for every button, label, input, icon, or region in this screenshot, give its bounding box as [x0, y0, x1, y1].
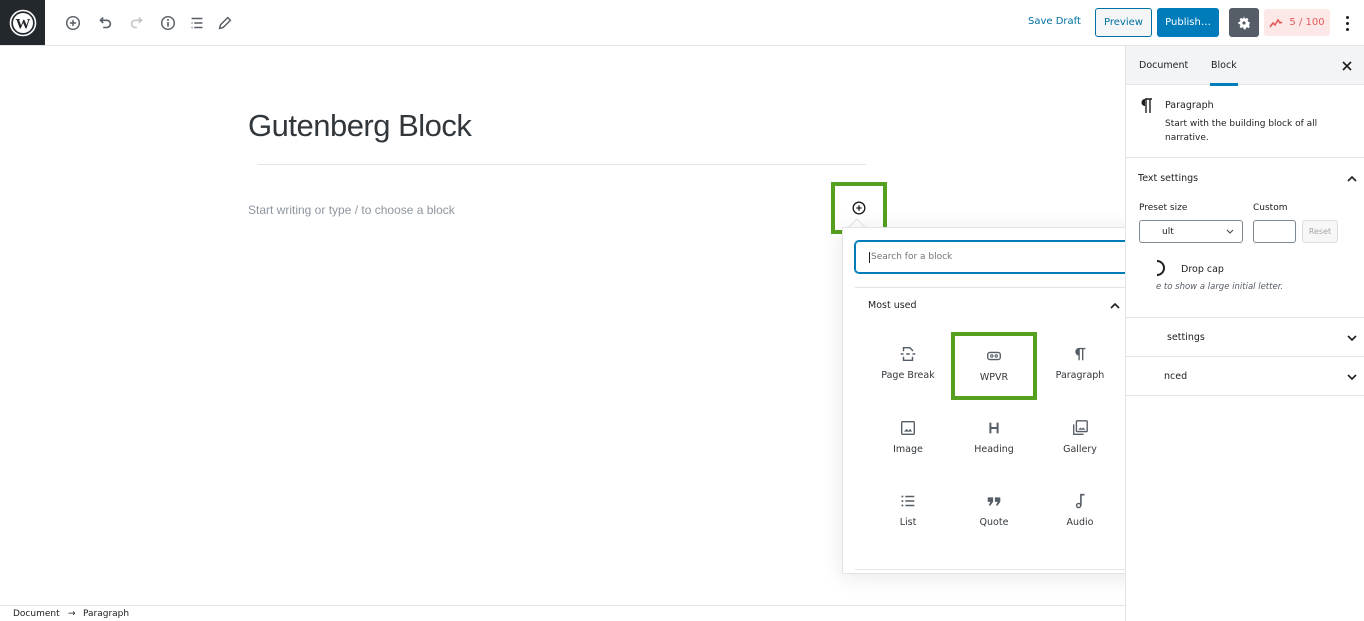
text-cursor [869, 251, 870, 263]
title-divider [258, 164, 866, 165]
chevron-up-icon[interactable] [1109, 300, 1121, 312]
seo-score-button[interactable]: 5 / 100 [1264, 9, 1330, 36]
breadcrumb-separator: → [68, 609, 76, 619]
close-sidebar-button[interactable] [1339, 58, 1355, 74]
chevron-down-icon [1347, 335, 1357, 342]
chevron-up-icon [1347, 175, 1357, 182]
drop-cap-toggle[interactable] [1157, 260, 1165, 276]
search-placeholder: Search for a block [871, 252, 953, 262]
editor-header: W Save Draft Preview Publish… 5 / 100 [0, 0, 1364, 46]
block-label: Image [893, 444, 923, 455]
block-label: Audio [1066, 517, 1094, 528]
panel-title: Text settings [1138, 173, 1199, 184]
divider [1126, 317, 1364, 318]
block-label: Gallery [1063, 444, 1097, 455]
block-item-quote[interactable]: Quote [951, 477, 1037, 545]
undo-icon[interactable] [93, 11, 117, 35]
dot-icon [1345, 27, 1349, 31]
section-title: Most used [868, 300, 917, 311]
heading-icon [985, 416, 1003, 440]
block-label: Page Break [881, 370, 935, 381]
publish-button[interactable]: Publish… [1157, 8, 1219, 37]
list-icon [899, 489, 917, 513]
block-item-paragraph[interactable]: Paragraph [1037, 330, 1123, 398]
chevron-down-icon [1226, 229, 1234, 234]
breadcrumb-paragraph[interactable]: Paragraph [83, 609, 129, 619]
quote-icon [985, 489, 1003, 513]
wordpress-logo[interactable]: W [0, 0, 45, 45]
gear-icon [1238, 16, 1250, 29]
block-label: WPVR [979, 372, 1009, 383]
block-item-audio[interactable]: Audio [1037, 477, 1123, 545]
preset-size-label: Preset size [1139, 203, 1188, 213]
block-search-input[interactable]: Search for a block [855, 241, 1151, 273]
divider [855, 569, 1133, 570]
add-block-icon[interactable] [61, 11, 85, 35]
dot-icon [1345, 21, 1349, 25]
gallery-icon [1071, 416, 1089, 440]
divider [855, 287, 1133, 288]
advanced-toggle[interactable]: nced [1126, 371, 1364, 385]
drop-cap-help: e to show a large initial letter. [1156, 282, 1284, 292]
vr-headset-icon [985, 344, 1003, 368]
block-inserter-popover: Search for a block Most used Page Break … [842, 227, 1164, 574]
select-value: ult [1162, 226, 1174, 237]
preview-button[interactable]: Preview [1095, 8, 1152, 37]
chart-icon [1269, 18, 1283, 27]
post-title[interactable]: Gutenberg Block [248, 108, 472, 144]
settings-sidebar: Document Block Paragraph Start with the … [1125, 46, 1364, 621]
color-settings-toggle[interactable]: settings [1126, 332, 1364, 346]
dot-icon [1345, 15, 1349, 19]
block-label: List [899, 517, 917, 528]
wordpress-icon: W [9, 9, 36, 36]
reset-button[interactable]: Reset [1302, 220, 1338, 243]
add-block-icon [852, 201, 866, 215]
block-item-heading[interactable]: Heading [951, 404, 1037, 472]
tab-document[interactable]: Document [1139, 46, 1188, 85]
save-draft-button[interactable]: Save Draft [1022, 14, 1087, 29]
image-icon [899, 416, 917, 440]
block-breadcrumb: Document → Paragraph [0, 605, 1125, 621]
block-item-gallery[interactable]: Gallery [1037, 404, 1123, 472]
block-card: Paragraph Start with the building block … [1126, 85, 1364, 158]
custom-size-input[interactable] [1253, 220, 1296, 243]
panel-title: settings [1167, 332, 1205, 343]
preset-size-select[interactable]: ult [1139, 220, 1243, 243]
custom-size-label: Custom [1253, 203, 1288, 213]
drop-cap-label: Drop cap [1181, 264, 1224, 275]
chevron-down-icon [1347, 374, 1357, 381]
block-label: Quote [979, 517, 1009, 528]
tab-block[interactable]: Block [1210, 46, 1238, 86]
block-label: Heading [974, 444, 1014, 455]
settings-button[interactable] [1229, 8, 1259, 37]
block-item-list[interactable]: List [865, 477, 951, 545]
redo-icon[interactable] [125, 11, 149, 35]
block-item-image[interactable]: Image [865, 404, 951, 472]
edit-icon[interactable] [213, 11, 237, 35]
close-icon [1342, 61, 1352, 71]
block-label: Paragraph [1055, 370, 1105, 381]
divider [1126, 356, 1364, 357]
divider [1126, 395, 1364, 396]
tab-label: Block [1211, 60, 1237, 71]
paragraph-placeholder[interactable]: Start writing or type / to choose a bloc… [248, 203, 455, 217]
paragraph-icon [1141, 98, 1152, 113]
paragraph-icon [1071, 342, 1089, 366]
block-title: Paragraph [1165, 100, 1214, 111]
more-options-button[interactable] [1338, 11, 1356, 35]
block-navigation-icon[interactable] [185, 11, 209, 35]
seo-score: 5 / 100 [1289, 17, 1325, 28]
svg-text:W: W [15, 16, 30, 32]
breadcrumb-document[interactable]: Document [13, 609, 60, 619]
block-item-page-break[interactable]: Page Break [865, 330, 951, 398]
audio-icon [1071, 489, 1089, 513]
text-settings-toggle[interactable]: Text settings [1126, 173, 1364, 187]
info-icon[interactable] [156, 11, 180, 35]
page-break-icon [899, 342, 917, 366]
panel-title: nced [1164, 371, 1188, 382]
block-description: Start with the building block of all nar… [1165, 119, 1318, 143]
sidebar-tabs: Document Block [1126, 46, 1364, 86]
block-item-wpvr[interactable]: WPVR [951, 332, 1037, 400]
